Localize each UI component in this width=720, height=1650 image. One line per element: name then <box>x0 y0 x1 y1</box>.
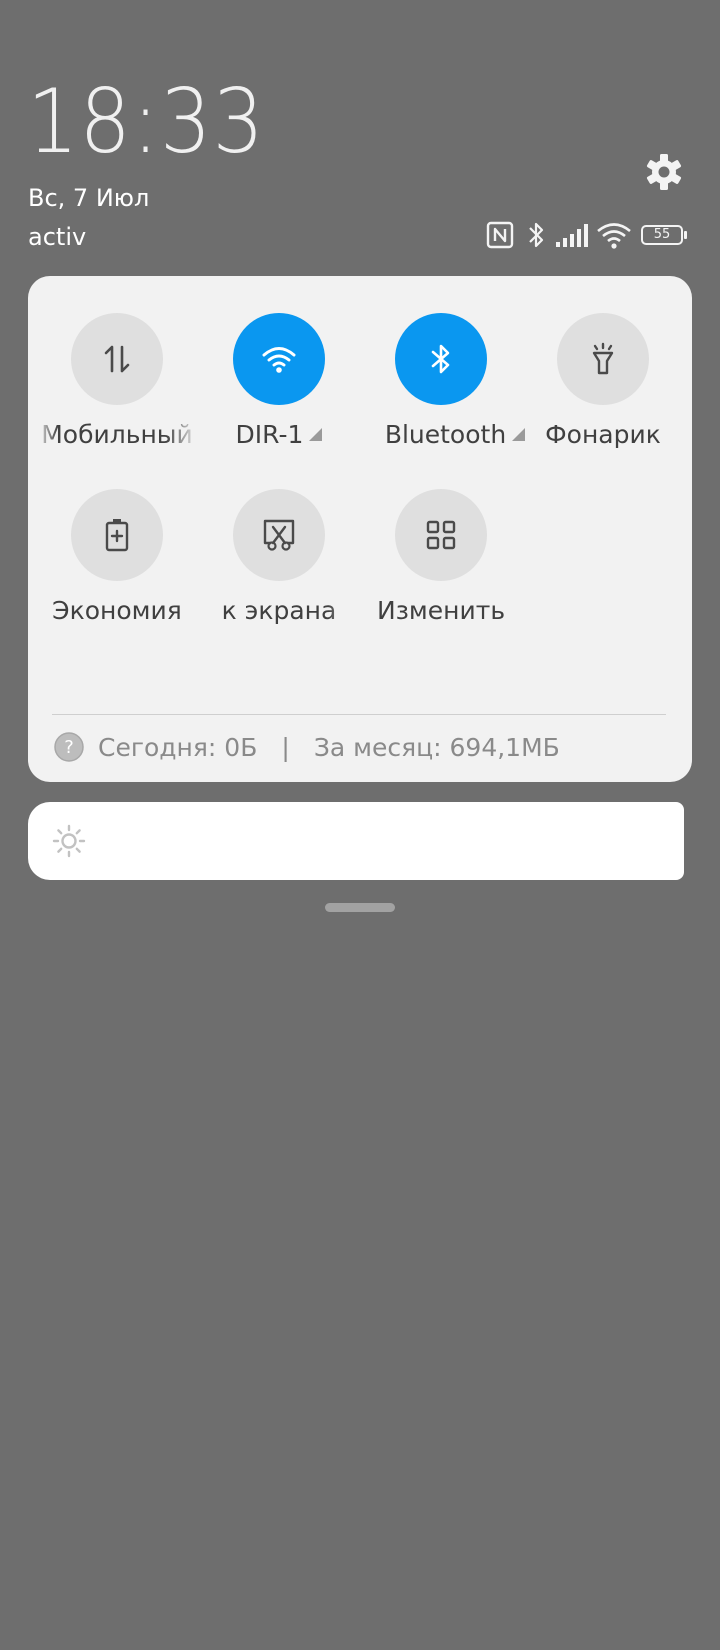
settings-gear-icon[interactable] <box>644 152 684 192</box>
panel-divider <box>52 714 666 715</box>
bluetooth-name: Bluetooth <box>384 420 507 449</box>
brightness-sun-icon <box>52 824 86 858</box>
panel-drag-handle[interactable] <box>325 903 395 912</box>
flashlight-icon <box>592 342 614 375</box>
date-label[interactable]: Вс, 7 Июл <box>28 184 149 212</box>
screenshot-label: к экрана <box>221 596 337 625</box>
data-usage-today: Сегодня: 0Б <box>98 732 258 762</box>
battery-level: 55 <box>653 227 671 242</box>
flashlight-toggle[interactable] <box>557 313 649 405</box>
battery-saver-icon <box>105 519 129 552</box>
flashlight-label: Фонарик <box>545 420 661 449</box>
help-icon[interactable]: ? <box>54 732 84 762</box>
data-usage-row[interactable]: ? Сегодня: 0Б | За месяц: 694,1МБ <box>54 732 560 762</box>
data-usage-separator: | <box>281 732 290 762</box>
bluetooth-label[interactable]: Bluetooth <box>380 420 530 449</box>
wifi-icon <box>262 347 296 373</box>
wifi-network-label[interactable]: DIR-1 <box>198 420 360 449</box>
signal-strength-icon <box>556 224 588 247</box>
bluetooth-toggle[interactable] <box>395 313 487 405</box>
edit-tiles-button[interactable] <box>395 489 487 581</box>
bluetooth-icon <box>431 344 450 374</box>
carrier-name: activ <box>28 223 87 251</box>
quick-settings-panel: Мобильный DIR-1 Bluetooth Фонарик Эконом… <box>28 276 692 782</box>
wifi-expand-caret-icon[interactable] <box>309 428 323 441</box>
mobile-data-toggle[interactable] <box>71 313 163 405</box>
screenshot-toggle[interactable] <box>233 489 325 581</box>
battery-saver-label: Экономия <box>52 596 182 625</box>
brightness-slider[interactable] <box>28 802 684 880</box>
wifi-status-icon <box>597 223 631 249</box>
edit-tiles-label: Изменить <box>376 596 506 625</box>
svg-text:?: ? <box>64 737 74 758</box>
data-transfer-icon <box>104 345 130 373</box>
bluetooth-status-icon <box>529 222 544 248</box>
mobile-data-label: Мобильный <box>41 420 193 449</box>
edit-tiles-icon <box>426 520 456 550</box>
wifi-toggle[interactable] <box>233 313 325 405</box>
wifi-network-name: DIR-1 <box>235 420 304 449</box>
clock-time[interactable]: 18:33 <box>27 78 265 166</box>
nfc-icon <box>486 221 514 249</box>
screenshot-icon <box>263 519 295 551</box>
battery-saver-toggle[interactable] <box>71 489 163 581</box>
data-usage-month: За месяц: 694,1МБ <box>313 732 560 762</box>
